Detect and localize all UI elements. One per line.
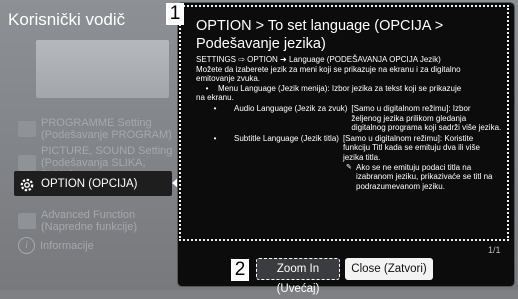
callout-number-2: 2 <box>231 259 249 281</box>
note-icon: ✎ <box>346 163 352 171</box>
intro-text-cont: emitovanje zvuka. <box>196 74 261 84</box>
note-item: ✎ Ako se ne emituju podaci titla na izab… <box>346 162 493 191</box>
menu-item-informacije[interactable]: i Informacije <box>18 237 178 254</box>
menu-item-label: Informacije <box>40 239 94 252</box>
menu-item-label: PROGRAMME Setting <box>41 117 152 129</box>
list-item: • Menu Language (Jezik menija): Izbor je… <box>205 83 462 93</box>
help-body: SETTINGS ⇨ OPTION ➜ Language (PODEŠAVANJ… <box>196 55 502 191</box>
menu-item-sublabel: (Napredne funkcije) <box>41 221 137 233</box>
advanced-icon <box>18 213 36 229</box>
zoom-in-button[interactable]: Zoom In (Uvećaj) <box>256 258 340 295</box>
menu-item-label: PICTURE, SOUND Setting <box>41 145 173 157</box>
menu-item-option[interactable]: OPTION (OPCIJA) <box>14 171 172 196</box>
preview-image <box>36 40 169 98</box>
menu-item-sublabel: (Podešavanje PROGRAM) <box>41 129 172 141</box>
menu-item-advanced[interactable]: Advanced Function (Napredne funkcije) <box>18 209 178 233</box>
guide-title: Korisnički vodič <box>8 10 126 29</box>
menu-item-programme[interactable]: PROGRAMME Setting (Podešavanje PROGRAM) <box>18 117 178 141</box>
callout-number-1: 1 <box>166 3 184 25</box>
menu-item-label: OPTION (OPCIJA) <box>41 177 138 190</box>
help-heading: OPTION > To set language (OPCIJA > Podeš… <box>196 18 444 52</box>
picture-sound-icon <box>18 155 36 171</box>
info-icon: i <box>18 237 35 254</box>
menu-item-label: Advanced Function <box>41 209 136 221</box>
gear-icon <box>18 176 36 192</box>
tv-screen: Korisnički vodič PROGRAMME Setting (Pode… <box>0 0 518 295</box>
page-indicator: 1/1 <box>488 245 501 255</box>
antenna-icon <box>18 121 36 137</box>
intro-path: SETTINGS ⇨ OPTION ➜ Language (PODEŠAVANJ… <box>196 55 441 64</box>
intro-text: Možete da izaberete jezik za meni koji s… <box>196 64 461 74</box>
list-item: • Audio Language (Jezik za zvuk) [Samo u… <box>213 103 502 133</box>
list-item: • Subtitle Language (Jezik titla) [Samo … <box>213 133 480 162</box>
close-button[interactable]: Close (Zatvori) <box>345 258 433 280</box>
